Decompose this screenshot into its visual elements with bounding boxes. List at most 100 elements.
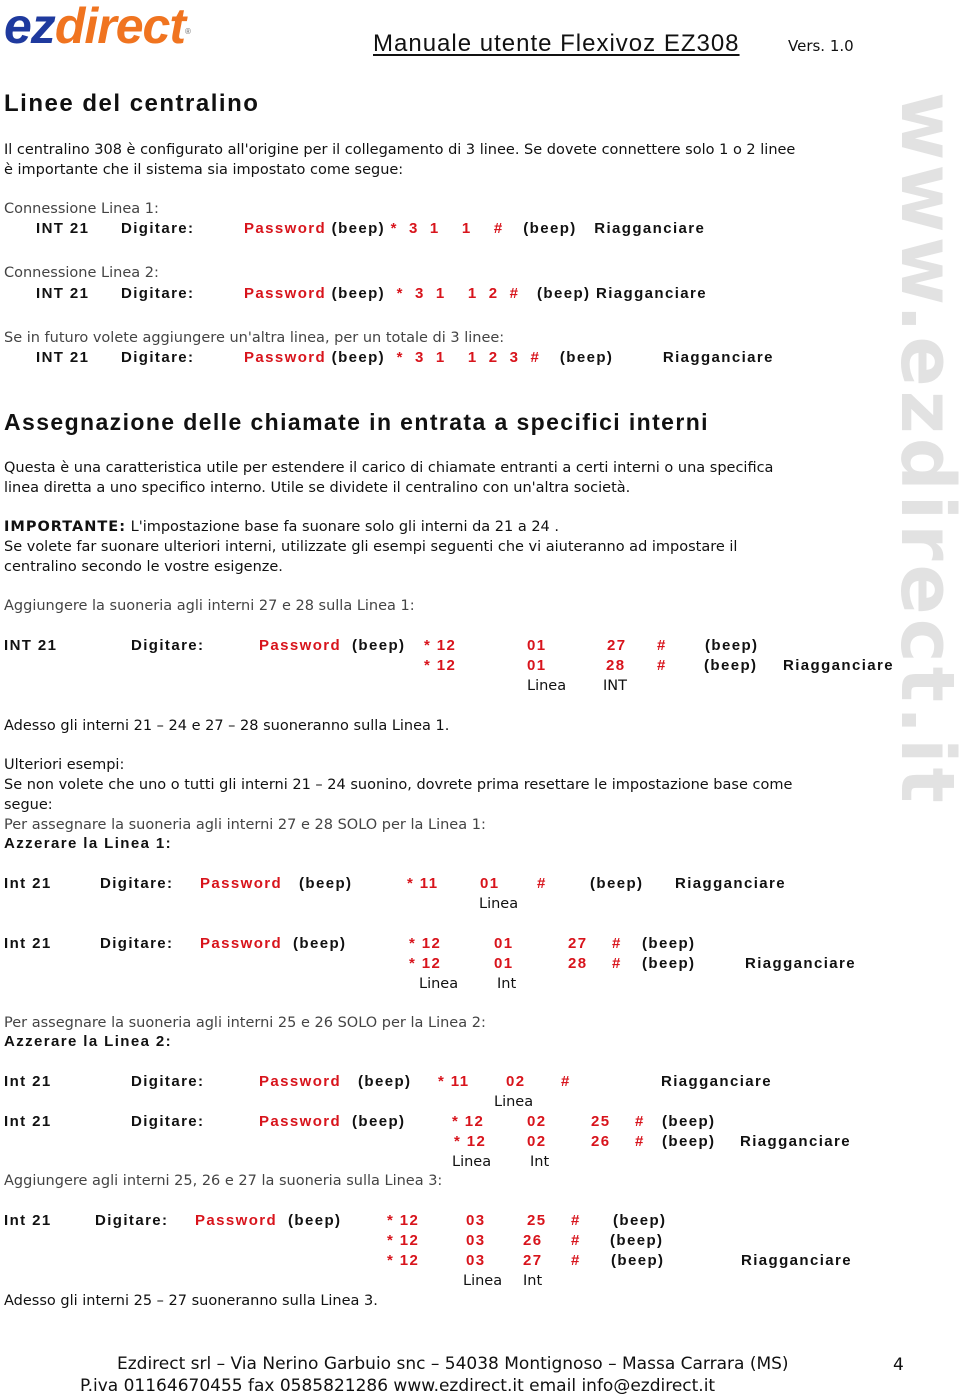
int-label: INT 21: [36, 285, 90, 302]
reset2-beep: (beep): [358, 1073, 412, 1090]
hash: #: [657, 657, 667, 674]
digitare-label: Digitare:: [121, 285, 195, 302]
int-value: 26: [523, 1232, 543, 1249]
conn-linea-1-label: Connessione Linea 1:: [4, 201, 159, 217]
beep-label: (beep): [331, 285, 386, 302]
beep-label: (beep): [704, 657, 758, 674]
hash: #: [635, 1133, 645, 1150]
beep-label: (beep): [642, 935, 696, 952]
watermark-text: www.ezdirect.it: [884, 92, 960, 807]
watermark-url: www.ezdirect.it: [880, 92, 960, 882]
riagganciare-label: Riagganciare: [740, 1133, 852, 1150]
ezdirect-logo: ezdirect®: [4, 0, 191, 54]
riagganciare-label: Riagganciare: [595, 285, 707, 302]
assign2-beep: (beep): [352, 1113, 406, 1130]
intro-line-2: è importante che il sistema sia impostat…: [4, 162, 404, 178]
hash: #: [561, 1073, 571, 1090]
assign1-int: Int 21: [4, 935, 52, 952]
page-number: 4: [893, 1355, 904, 1375]
code-sequence: * 3 1 1 2 3 #: [396, 349, 541, 366]
digitare-label: Digitare:: [121, 220, 195, 237]
assign2-label: Per assegnare la suoneria agli interni 2…: [4, 1015, 486, 1031]
cmd: * 12: [387, 1212, 420, 1229]
col-int-label: Int: [523, 1273, 543, 1289]
cmd: * 11: [407, 875, 439, 892]
beep-label: (beep): [662, 1133, 716, 1150]
linea-value: 01: [480, 875, 500, 892]
linea-value: 02: [506, 1073, 526, 1090]
instruction-row: INT 21 Digitare: Password (beep) * 3 1 1…: [36, 220, 705, 237]
reset1-int: Int 21: [4, 875, 52, 892]
conn-linea-2-label: Connessione Linea 2:: [4, 265, 159, 281]
password-label: Password: [244, 349, 327, 366]
assign1-digitare: Digitare:: [100, 935, 174, 952]
int-value: 25: [591, 1113, 611, 1130]
riagganciare-label: Riagganciare: [662, 349, 774, 366]
password-label: Password: [244, 220, 327, 237]
int-value: 26: [591, 1133, 611, 1150]
hash: #: [537, 875, 547, 892]
col-linea-label: Linea: [419, 976, 459, 992]
assign1-password: Password: [200, 935, 283, 952]
linea-value: 03: [466, 1212, 486, 1229]
riagganciare-label: Riagganciare: [594, 220, 706, 237]
int-label: INT 21: [36, 349, 90, 366]
linea-value: 02: [527, 1133, 547, 1150]
assign1-label: Per assegnare la suoneria agli interni 2…: [4, 817, 486, 833]
reset1-label: Azzerare la Linea 1:: [4, 835, 173, 852]
beep-label: (beep): [537, 285, 591, 302]
riagganciare-label: Riagganciare: [661, 1073, 773, 1090]
example1-digitare: Digitare:: [131, 637, 205, 654]
col-linea-label: Linea: [452, 1154, 492, 1170]
cmd: * 12: [452, 1113, 485, 1130]
col-linea-label: Linea: [479, 896, 519, 912]
hash: #: [612, 955, 622, 972]
col-int-label: Int: [530, 1154, 550, 1170]
intro-line-1: Il centralino 308 è configurato all'orig…: [4, 142, 796, 158]
assign3-int: Int 21: [4, 1212, 52, 1229]
assign3-label: Aggiungere agli interni 25, 26 e 27 la s…: [4, 1173, 443, 1189]
cmd: * 12: [409, 935, 442, 952]
assign2-digitare: Digitare:: [131, 1113, 205, 1130]
more-examples-label: Ulteriori esempi:: [4, 757, 125, 773]
logo-ez: ez: [4, 0, 56, 54]
reset2-label: Azzerare la Linea 2:: [4, 1033, 173, 1050]
hash: #: [571, 1252, 581, 1269]
reset2-password: Password: [259, 1073, 342, 1090]
assign3-beep: (beep): [288, 1212, 342, 1229]
cmd: * 11: [438, 1073, 470, 1090]
example1-result: Adesso gli interni 21 – 24 e 27 – 28 suo…: [4, 718, 450, 734]
assign3-digitare: Digitare:: [95, 1212, 169, 1229]
riagganciare-label: Riagganciare: [783, 657, 895, 674]
heading-linee-centralino: Linee del centralino: [4, 90, 260, 117]
col-linea-label: Linea: [463, 1273, 503, 1289]
col-linea-label: Linea: [527, 678, 567, 694]
digitare-label: Digitare:: [121, 349, 195, 366]
cmd: * 12: [424, 637, 457, 654]
linea-value: 01: [527, 637, 547, 654]
instruction-row: INT 21 Digitare: Password (beep) * 3 1 1…: [36, 285, 707, 302]
int-value: 28: [606, 657, 626, 674]
beep-label: (beep): [613, 1212, 667, 1229]
cmd: * 12: [424, 657, 457, 674]
manual-version: Vers. 1.0: [788, 37, 854, 55]
example1-password: Password: [259, 637, 342, 654]
registered-mark: ®: [184, 27, 191, 36]
important-note: IMPORTANTE: L'impostazione base fa suona…: [4, 517, 559, 537]
logo-direct: direct: [54, 0, 186, 54]
reset2-int: Int 21: [4, 1073, 52, 1090]
hash: #: [657, 637, 667, 654]
important-text: L'impostazione base fa suonare solo gli …: [126, 519, 559, 535]
int-value: 27: [568, 935, 588, 952]
riagganciare-label: Riagganciare: [675, 875, 787, 892]
cmd: * 12: [454, 1133, 487, 1150]
col-int-label: Int: [497, 976, 517, 992]
important-label: IMPORTANTE:: [4, 519, 127, 535]
cmd: * 12: [387, 1232, 420, 1249]
watermark-glyphs: www.ezdirect.it: [884, 92, 960, 807]
beep-label: (beep): [590, 875, 644, 892]
int-label: INT 21: [36, 220, 90, 237]
assign3-result: Adesso gli interni 25 – 27 suoneranno su…: [4, 1293, 378, 1309]
para2-line-1: Se volete far suonare ulteriori interni,…: [4, 539, 738, 555]
reset1-password: Password: [200, 875, 283, 892]
